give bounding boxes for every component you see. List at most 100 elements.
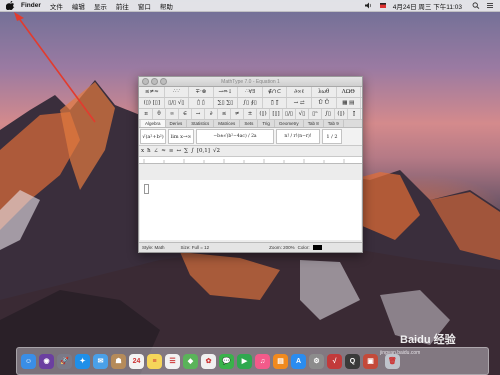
symbol-plusminus[interactable]: ± [244, 109, 257, 119]
symbol-theta[interactable]: θ [153, 109, 166, 119]
palette-arrows[interactable]: →⇔↓ [214, 87, 239, 97]
safari-icon[interactable]: ✦ [75, 353, 90, 369]
symbol-equiv[interactable]: ≡ [169, 148, 174, 154]
status-size[interactable]: Size: Full = 12 [181, 245, 210, 250]
window-titlebar[interactable]: MathType 7.0 - Equation 1 [139, 77, 362, 87]
notification-center-icon[interactable] [486, 2, 494, 9]
template-sqrt[interactable]: √▯ [296, 109, 309, 119]
palette-sums[interactable]: ∑▯ ∑▯ [214, 98, 239, 108]
symbol-element[interactable]: ∈ [179, 109, 192, 119]
symbol-root2[interactable]: √2 [213, 148, 220, 154]
menu-view[interactable]: 显示 [94, 1, 107, 11]
template-combination[interactable]: n! / r!(n−r)! [276, 129, 320, 144]
palette-labeled-arrows[interactable]: → ⇄ [287, 98, 312, 108]
color-swatch[interactable] [312, 245, 322, 250]
apple-menu-icon[interactable] [6, 1, 15, 10]
appstore-icon[interactable]: A [291, 353, 306, 369]
template-parens-2[interactable]: (▯) [335, 109, 348, 119]
template-fraction[interactable]: ▯/▯ [283, 109, 296, 119]
maps-icon[interactable]: ◆ [183, 353, 198, 369]
insertion-slot[interactable] [144, 184, 149, 194]
template-limit[interactable]: lim x→∞ [168, 129, 194, 144]
symbol-leftright[interactable]: ↔ [176, 148, 181, 154]
messages-icon[interactable]: 💬 [219, 353, 234, 369]
menu-edit[interactable]: 编辑 [72, 1, 85, 11]
quicktime-icon[interactable]: Q [345, 353, 360, 369]
symbol-interval[interactable]: [0,1] [197, 148, 210, 154]
palette-fractions[interactable]: ▯/▯ √▯ [165, 98, 190, 108]
palette-misc[interactable]: ∂∞ℓ [287, 87, 312, 97]
symbol-approx[interactable]: ≈ [161, 148, 166, 154]
template-power[interactable]: ▯ⁿ [309, 109, 322, 119]
finder-icon[interactable]: ☺ [21, 353, 36, 369]
reminders-icon[interactable]: ☰ [165, 353, 180, 369]
menu-clock[interactable]: 4月24日 周三 下午11:03 [393, 1, 462, 11]
mathtype-icon[interactable]: √ [327, 353, 342, 369]
palette-products[interactable]: Ū Ů [312, 98, 337, 108]
spotlight-search-icon[interactable] [472, 2, 480, 9]
symbol-arrow[interactable]: → [192, 109, 205, 119]
symbol-partial[interactable]: ∂ [205, 109, 218, 119]
symbol-sum[interactable]: ∑ [184, 148, 188, 154]
photo-booth-icon[interactable]: ▣ [363, 353, 378, 369]
launchpad-icon[interactable]: 🚀 [57, 353, 72, 369]
flag-icon[interactable] [379, 2, 387, 9]
palette-logic[interactable]: ∴∀∃ [238, 87, 263, 97]
photos-icon[interactable]: ✿ [201, 353, 216, 369]
mail-icon[interactable]: ✉ [93, 353, 108, 369]
template-integral[interactable]: ∫▯ [322, 109, 335, 119]
status-zoom[interactable]: Zoom: 200% [269, 245, 295, 250]
tab-derivs[interactable]: Derivs [166, 120, 188, 127]
template-brackets[interactable]: [▯] [270, 109, 283, 119]
symbol-hbar[interactable]: ħ [147, 148, 151, 154]
template-quadratic[interactable]: −b±√(b²−4ac) / 2a [196, 129, 274, 144]
palette-scripts[interactable]: ▯̂ ▯́ [189, 98, 214, 108]
siri-icon[interactable]: ◉ [39, 353, 54, 369]
symbol-pi[interactable]: π [140, 109, 153, 119]
symbol-neq[interactable]: ≠ [231, 109, 244, 119]
volume-icon[interactable] [364, 2, 373, 9]
tab-statistics[interactable]: Statistics [187, 120, 215, 127]
tab-8[interactable]: Tab 8 [304, 120, 324, 127]
menu-finder[interactable]: Finder [21, 2, 41, 9]
palette-relations[interactable]: ≤≠≈ [140, 87, 165, 97]
menu-help[interactable]: 帮助 [160, 1, 173, 11]
palette-greek-upper[interactable]: ΛΩΘ [337, 87, 362, 97]
status-color[interactable]: Color: [298, 245, 310, 250]
music-icon[interactable]: ♫ [255, 353, 270, 369]
books-icon[interactable]: ▤ [273, 353, 288, 369]
menu-file[interactable]: 文件 [50, 1, 63, 11]
palette-integrals[interactable]: ∫▯ ∮▯ [238, 98, 263, 108]
contacts-icon[interactable]: ☗ [111, 353, 126, 369]
notes-icon[interactable]: ≡ [147, 353, 162, 369]
palette-matrices[interactable]: ▦ ▤ [337, 98, 362, 108]
tab-9[interactable]: Tab 9 [324, 120, 344, 127]
status-style[interactable]: Style: Math [142, 245, 165, 250]
facetime-icon[interactable]: ▶ [237, 353, 252, 369]
tab-geometry[interactable]: Geometry [275, 120, 304, 127]
preferences-icon[interactable]: ⚙ [309, 353, 324, 369]
symbol-angle[interactable]: ∠ [154, 148, 159, 154]
symbol-infinity[interactable]: ∞ [166, 109, 179, 119]
palette-bars[interactable]: ▯̄ ▯⃗ [263, 98, 288, 108]
palette-greek-lower[interactable]: λωθ [312, 87, 337, 97]
tab-sets[interactable]: Sets [240, 120, 259, 127]
template-half[interactable]: 1 / 2 [322, 129, 342, 144]
calendar-icon[interactable]: 24 [129, 353, 144, 369]
trash-icon[interactable]: 🗑 [385, 353, 400, 369]
equation-editor-area[interactable] [140, 180, 361, 240]
menu-go[interactable]: 前往 [116, 1, 129, 11]
symbol-x[interactable]: x [141, 148, 144, 154]
symbol-leq[interactable]: ≤ [218, 109, 231, 119]
template-parens[interactable]: (▯) [257, 109, 270, 119]
template-overbar[interactable]: ▯̄ [348, 109, 361, 119]
template-pythagoras[interactable]: √(a²+b²) [140, 129, 166, 144]
palette-fences[interactable]: (▯) [▯] [140, 98, 165, 108]
palette-operators[interactable]: ∓·⊗ [189, 87, 214, 97]
menu-window[interactable]: 窗口 [138, 1, 151, 11]
tab-matrices[interactable]: Matrices [214, 120, 241, 127]
palette-sets[interactable]: ∉∩⊂ [263, 87, 288, 97]
symbol-integral[interactable]: ∫ [191, 148, 194, 154]
tab-algebra[interactable]: Algebra [141, 120, 166, 127]
tab-trig[interactable]: Trig [258, 120, 275, 127]
